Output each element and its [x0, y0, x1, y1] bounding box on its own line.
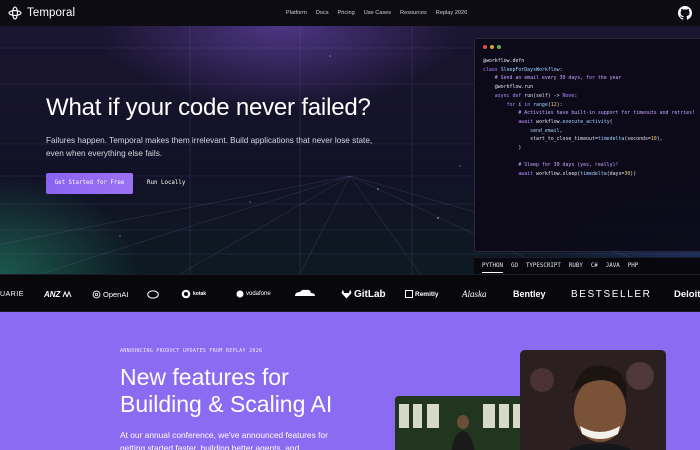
code-sample: @workflow.defn class SleepForDaysWorkflow… [483, 57, 695, 179]
logo-text: GitLab [354, 288, 386, 300]
tab-go[interactable]: GO [511, 263, 518, 269]
code-line: class SleepForDaysWorkflow: [483, 66, 563, 73]
logo-vodafone: vodafone [236, 275, 271, 313]
announcement-title: New features for Building & Scaling AI [120, 364, 332, 418]
code-line: # Sleep for 30 days (yes, really)! [483, 162, 619, 169]
code-line: @workflow.defn [483, 58, 525, 64]
logo-text: ANZ [44, 289, 61, 299]
logo-kotak: kotak [181, 275, 206, 313]
logo-alaska: Alaska [462, 275, 487, 313]
logo-text: UARIE [0, 290, 24, 298]
code-line: start_to_close_timeout=timedelta(seconds… [483, 136, 663, 143]
run-locally-button[interactable]: Run Locally [147, 173, 185, 194]
logo-text: Deloitte [674, 288, 700, 300]
announcement-title-line-1: New features for [120, 364, 289, 390]
logo-text: Bentley [513, 289, 546, 299]
gitlab-fox-icon [341, 289, 352, 299]
hero-section: What if your code never failed? Failures… [0, 26, 700, 274]
announcement-title-line-2: Building & Scaling AI [120, 391, 333, 417]
logo-bentley: Bentley [513, 275, 546, 313]
code-line: ) [483, 145, 522, 152]
cloudflare-logo-icon [295, 289, 315, 296]
code-line: await workflow.sleep(timedelta(days=30)) [518, 171, 637, 178]
logo-macquarie: UARIE [0, 275, 24, 313]
kotak-circle-icon [181, 289, 191, 299]
logo-deloitte: Deloitte [674, 275, 700, 313]
code-line: send_email, [530, 127, 563, 134]
code-line: @workflow.run [483, 84, 534, 91]
tab-ruby[interactable]: RUBY [569, 263, 583, 269]
nav-links: Platform Docs Pricing Use Cases Resource… [286, 0, 476, 26]
logo-text: OpenAI [103, 289, 129, 299]
code-line: # Activities have built-in support for t… [483, 110, 695, 117]
logo-text: Alaska [462, 289, 487, 299]
nav-link-replay[interactable]: Replay 2026 [436, 10, 467, 16]
announcement-section: ANNOUNCING PRODUCT UPDATES FROM REPLAY 2… [0, 312, 700, 450]
temporal-logo-icon [8, 6, 22, 20]
nav-link-docs[interactable]: Docs [316, 10, 329, 16]
logo-bestseller: BESTSELLER [571, 275, 651, 313]
tab-python[interactable]: PYTHON [482, 263, 503, 273]
logo-bubble [147, 275, 159, 313]
tab-csharp[interactable]: C# [591, 263, 598, 269]
vodafone-quote-icon [236, 290, 244, 298]
nav-link-pricing[interactable]: Pricing [338, 10, 355, 16]
nav-link-platform[interactable]: Platform [286, 10, 307, 16]
maximize-dot-icon [497, 45, 501, 49]
brand-logo[interactable]: Temporal [8, 6, 75, 20]
code-line: # Send an email every 30 days, for the y… [483, 75, 622, 82]
customer-logo-strip: UARIE ANZ OpenAI kotak vodafone GitLab R… [0, 274, 700, 312]
tab-php[interactable]: PHP [628, 263, 638, 269]
logo-anz: ANZ [44, 275, 72, 313]
logo-text: kotak [193, 291, 207, 297]
announcement-body: At our annual conference, we've announce… [120, 430, 328, 450]
logo-gitlab: GitLab [341, 275, 386, 313]
language-tabs: PYTHON GO TYPESCRIPT RUBY C# JAVA PHP [474, 257, 700, 274]
brand-name: Temporal [27, 7, 76, 19]
openai-knot-icon [92, 290, 101, 298]
code-line: await workflow.execute_activity( [518, 118, 613, 125]
code-line: for i in range(12): [506, 101, 563, 108]
logo-text: BESTSELLER [571, 288, 652, 300]
hero-title: What if your code never failed? [46, 94, 371, 121]
anz-people-icon [62, 290, 72, 298]
code-line: async def run(self) -> None: [494, 92, 578, 99]
logo-text: vodafone [246, 291, 271, 297]
attendee-photo [520, 350, 666, 450]
logo-text: Remitly [415, 290, 439, 298]
stage-speaker-image [395, 396, 525, 450]
logo-remitly: Remitly [405, 275, 438, 313]
nav-link-resources[interactable]: Resources [400, 10, 427, 16]
speech-bubble-logo-icon [147, 289, 159, 299]
nav-link-use-cases[interactable]: Use Cases [364, 10, 391, 16]
window-controls [483, 45, 504, 49]
remitly-mark-icon [405, 290, 413, 298]
get-started-button[interactable]: Get Started for Free [46, 173, 133, 194]
tab-typescript[interactable]: TYPESCRIPT [526, 263, 561, 269]
smiling-attendee-image [520, 350, 666, 450]
logo-cloudflare [292, 275, 318, 313]
close-dot-icon [483, 45, 487, 49]
tab-java[interactable]: JAVA [606, 263, 620, 269]
logo-openai: OpenAI [92, 275, 128, 313]
minimize-dot-icon [490, 45, 494, 49]
announcement-eyebrow: ANNOUNCING PRODUCT UPDATES FROM REPLAY 2… [120, 348, 263, 354]
conference-stage-photo [395, 396, 525, 450]
code-window: @workflow.defn class SleepForDaysWorkflow… [474, 38, 700, 252]
top-nav: Temporal Platform Docs Pricing Use Cases… [0, 0, 700, 26]
hero-subtitle: Failures happen. Temporal makes them irr… [46, 136, 373, 158]
github-icon[interactable] [678, 6, 692, 20]
